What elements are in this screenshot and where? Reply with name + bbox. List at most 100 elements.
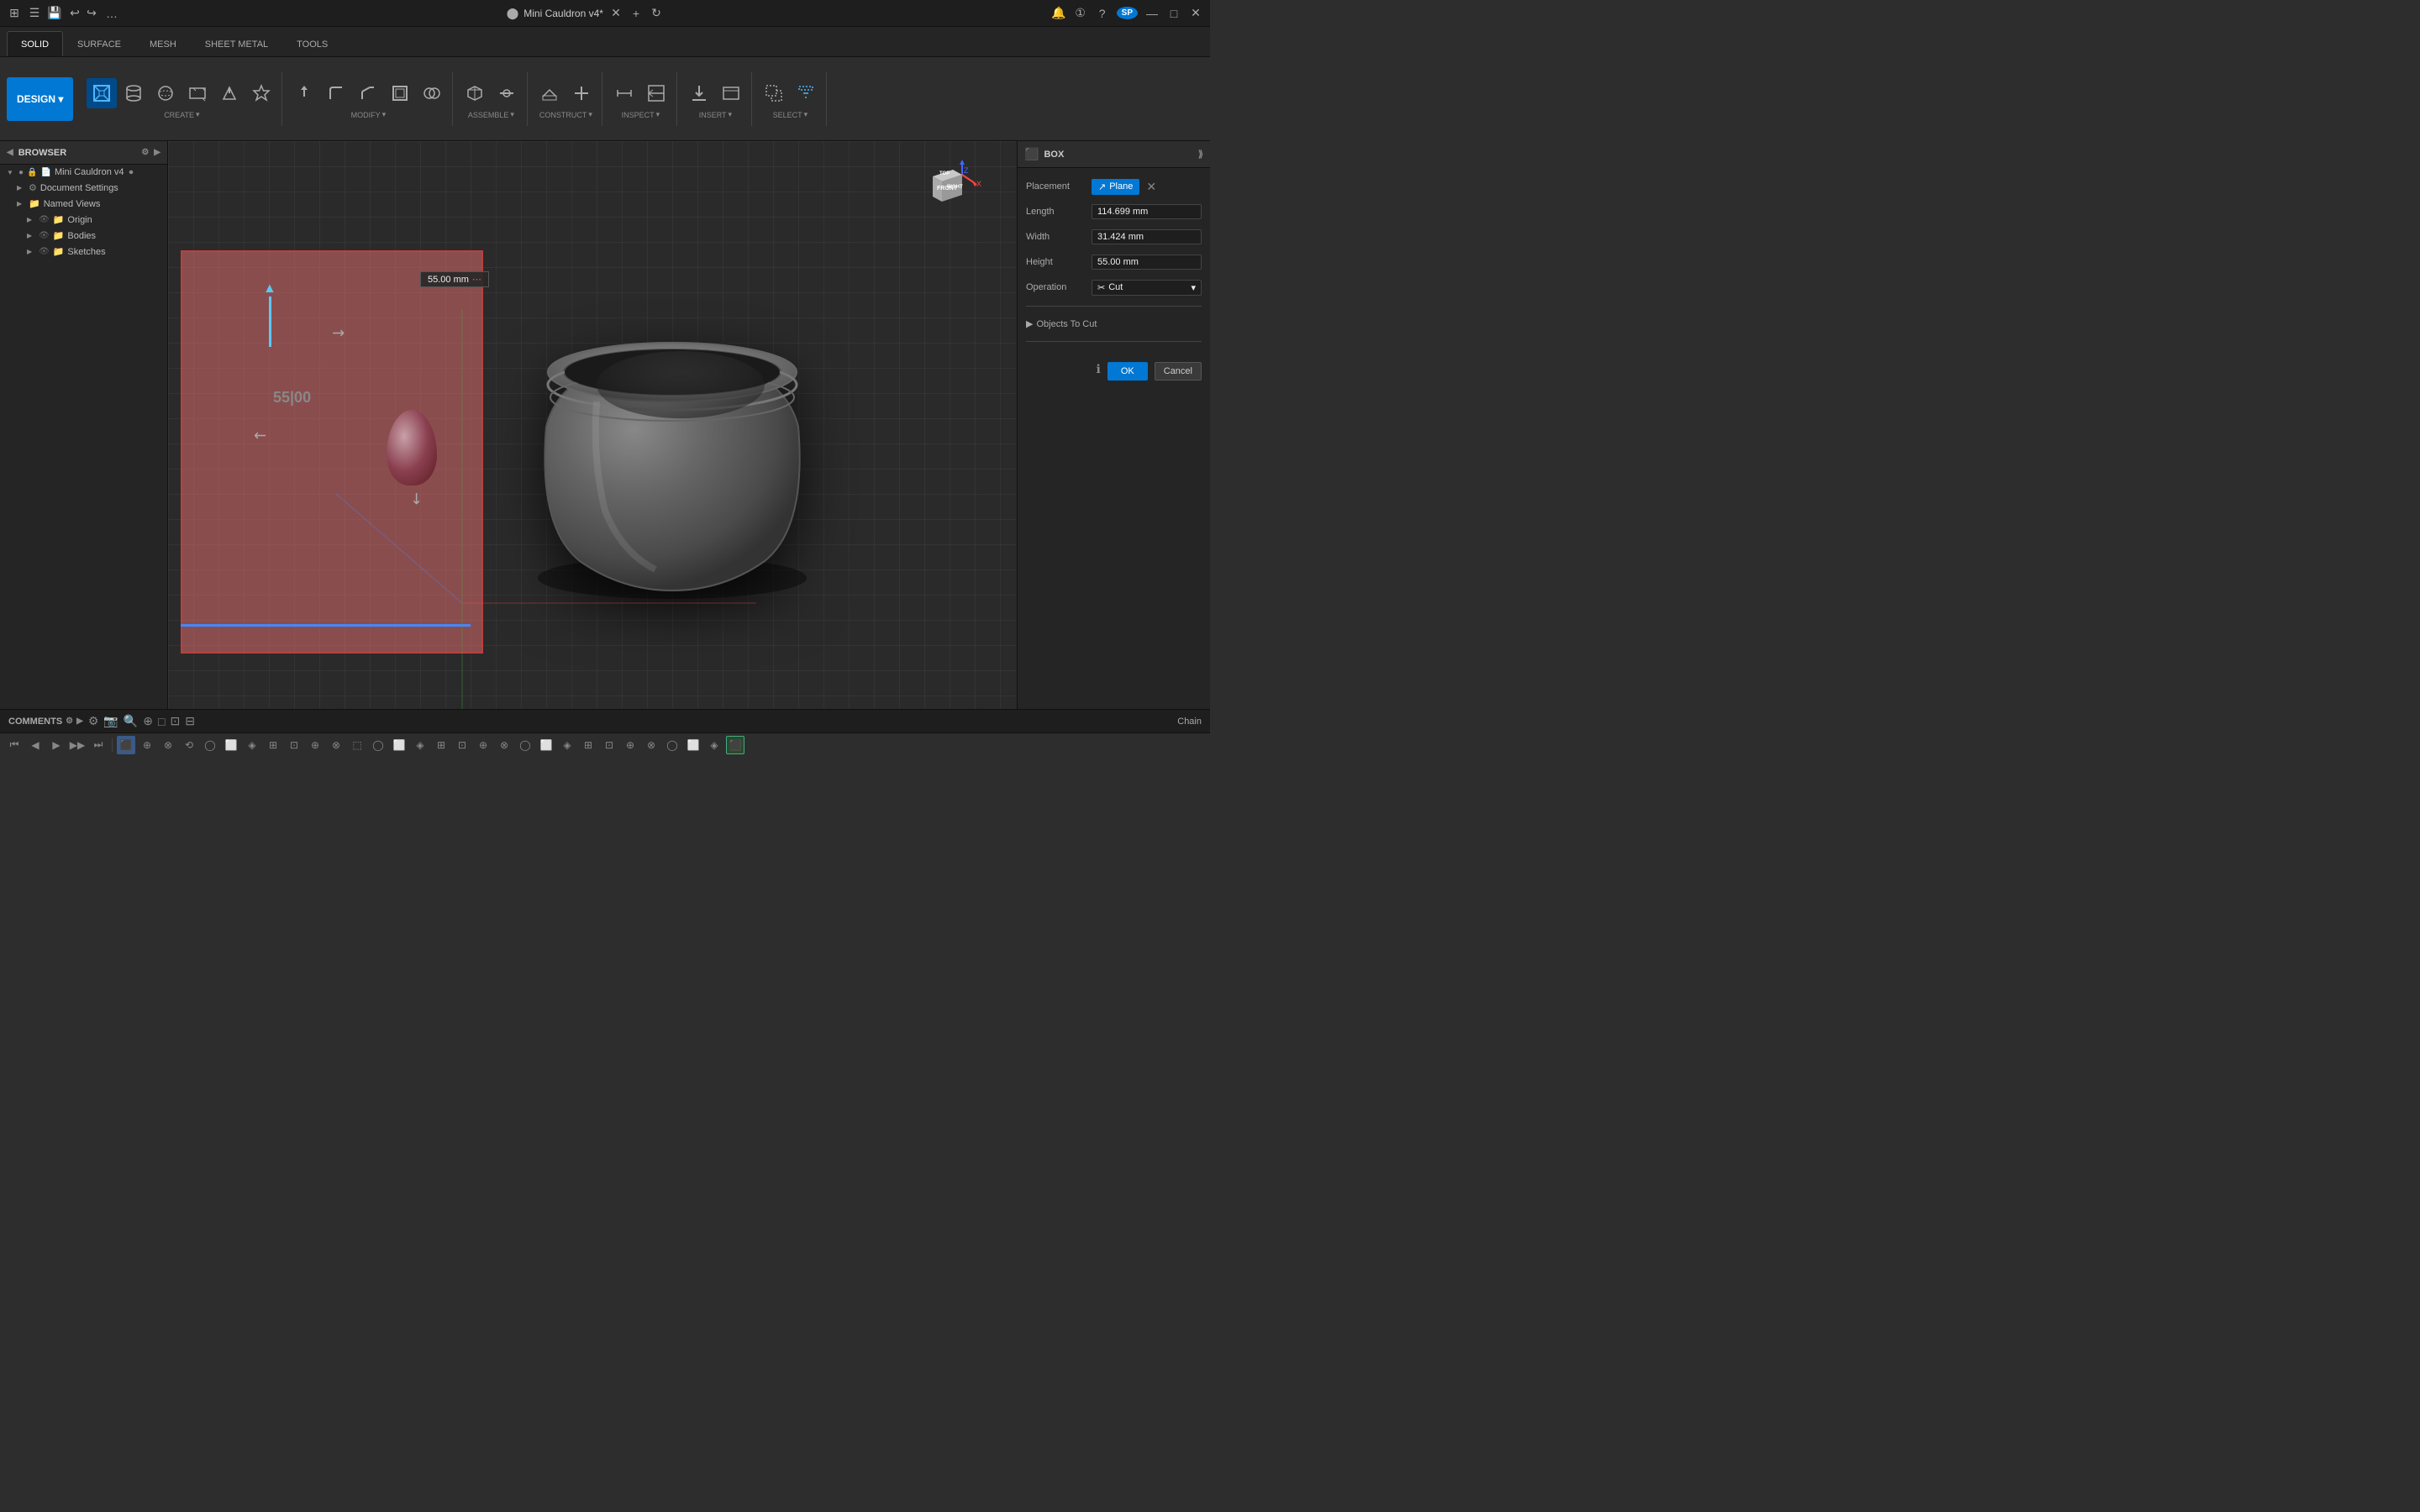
create-star-btn[interactable]: [246, 78, 276, 108]
browser-origin-item[interactable]: ▶ 👁 📁 Origin: [0, 212, 167, 228]
inspect-section-btn[interactable]: [641, 78, 671, 108]
save-icon[interactable]: 💾: [47, 6, 62, 21]
create-rect-btn[interactable]: [182, 78, 213, 108]
select-filter-btn[interactable]: [791, 78, 821, 108]
browser-bodies-item[interactable]: ▶ 👁 📁 Bodies: [0, 228, 167, 244]
timeline-item-23[interactable]: ⊞: [579, 736, 597, 754]
create-sphere-btn[interactable]: [150, 78, 181, 108]
tab-mesh[interactable]: MESH: [135, 31, 191, 56]
tab-sheet-metal[interactable]: SHEET METAL: [191, 31, 282, 56]
timeline-item-22[interactable]: ◈: [558, 736, 576, 754]
timeline-item-11[interactable]: ⊗: [327, 736, 345, 754]
view-cube[interactable]: Z X FRONT RIGHT TOP: [916, 158, 983, 225]
prop-length-value[interactable]: 114.699 mm: [1092, 204, 1202, 219]
timeline-item-6[interactable]: ⬜: [222, 736, 240, 754]
redo-icon[interactable]: ↪: [84, 6, 99, 21]
create-cylinder-btn[interactable]: [118, 78, 149, 108]
browser-named-views-item[interactable]: ▶ 📁 Named Views: [0, 196, 167, 212]
bodies-vis-icon[interactable]: 👁: [39, 231, 50, 240]
browser-root-item[interactable]: ▼ ● 🔒 📄 Mini Cauldron v4 ⏺: [0, 165, 167, 180]
app-logo-icon[interactable]: ⊞: [7, 6, 22, 21]
design-dropdown-button[interactable]: DESIGN ▾: [7, 77, 73, 121]
insert-canvas-btn[interactable]: [716, 78, 746, 108]
prop-operation-dropdown[interactable]: ✂ Cut ▾: [1092, 280, 1202, 296]
tab-solid[interactable]: SOLID: [7, 31, 63, 56]
add-tab-icon[interactable]: +: [629, 6, 644, 21]
browser-doc-settings-item[interactable]: ▶ ⚙ Document Settings: [0, 180, 167, 196]
insert-insert-btn[interactable]: [684, 78, 714, 108]
root-visibility-icon[interactable]: ●: [18, 168, 24, 177]
timeline-item-10[interactable]: ⊕: [306, 736, 324, 754]
account-icon[interactable]: ①: [1073, 6, 1088, 21]
timeline-item-2[interactable]: ⊕: [138, 736, 156, 754]
browser-collapse-icon[interactable]: ◀: [7, 148, 13, 157]
viewport[interactable]: 55|00 ↗ ↙ ↘ 55.00 mm ⋯: [168, 141, 1017, 709]
comments-settings-icon[interactable]: ⚙: [66, 717, 73, 726]
select-window-btn[interactable]: [759, 78, 789, 108]
timeline-item-25[interactable]: ⊕: [621, 736, 639, 754]
timeline-item-19[interactable]: ⊗: [495, 736, 513, 754]
timeline-item-5[interactable]: ◯: [201, 736, 219, 754]
timeline-item-30[interactable]: ⬛: [726, 736, 744, 754]
timeline-item-3[interactable]: ⊗: [159, 736, 177, 754]
create-modify-btn[interactable]: [214, 78, 245, 108]
timeline-item-9[interactable]: ⊡: [285, 736, 303, 754]
view-options-icon[interactable]: ⊕: [143, 714, 153, 728]
profile-avatar[interactable]: SP: [1117, 7, 1138, 19]
timeline-item-1[interactable]: ⬛: [117, 736, 135, 754]
viewport-settings-icon[interactable]: ⚙: [88, 714, 99, 728]
timeline-item-17[interactable]: ⊡: [453, 736, 471, 754]
close-tab-icon[interactable]: ✕: [608, 6, 623, 21]
tab-tools[interactable]: TOOLS: [282, 31, 342, 56]
browser-settings-icon[interactable]: ⚙: [141, 148, 149, 157]
timeline-last-icon[interactable]: ⏭: [89, 736, 108, 754]
timeline-item-13[interactable]: ◯: [369, 736, 387, 754]
timeline-item-27[interactable]: ◯: [663, 736, 681, 754]
timeline-play-icon[interactable]: ▶: [47, 736, 66, 754]
timeline-item-21[interactable]: ⬜: [537, 736, 555, 754]
refresh-icon[interactable]: ↻: [649, 6, 664, 21]
undo-icon[interactable]: ↩: [67, 6, 82, 21]
capture-icon[interactable]: 📷: [103, 714, 118, 728]
browser-sketches-item[interactable]: ▶ 👁 📁 Sketches: [0, 244, 167, 260]
timeline-item-18[interactable]: ⊕: [474, 736, 492, 754]
more-icon[interactable]: …: [104, 6, 119, 21]
timeline-item-14[interactable]: ⬜: [390, 736, 408, 754]
sketches-vis-icon[interactable]: 👁: [39, 247, 50, 256]
gizmo-up-arrow[interactable]: [269, 297, 271, 347]
timeline-item-4[interactable]: ⟲: [180, 736, 198, 754]
inspect-measure-btn[interactable]: [609, 78, 639, 108]
construct-axis-btn[interactable]: [566, 78, 597, 108]
timeline-item-7[interactable]: ◈: [243, 736, 261, 754]
browser-expand-icon[interactable]: ▶: [154, 148, 160, 157]
display-mode-icon[interactable]: □: [158, 715, 165, 728]
origin-vis-icon[interactable]: 👁: [39, 215, 50, 224]
assemble-new-component-btn[interactable]: [460, 78, 490, 108]
timeline-next-icon[interactable]: ▶▶: [68, 736, 87, 754]
timeline-item-20[interactable]: ◯: [516, 736, 534, 754]
modify-shell-btn[interactable]: [385, 78, 415, 108]
minimize-icon[interactable]: —: [1144, 6, 1160, 21]
modify-fillet-btn[interactable]: [321, 78, 351, 108]
cancel-button[interactable]: Cancel: [1155, 362, 1202, 381]
timeline-prev-icon[interactable]: ◀: [26, 736, 45, 754]
prop-plane-button[interactable]: ↗ Plane: [1092, 179, 1139, 195]
prop-objects-section[interactable]: ▶ Objects To Cut: [1026, 315, 1202, 333]
timeline-item-8[interactable]: ⊞: [264, 736, 282, 754]
properties-expand-icon[interactable]: ⟫: [1198, 149, 1203, 160]
timeline-item-26[interactable]: ⊗: [642, 736, 660, 754]
assemble-joint-btn[interactable]: [492, 78, 522, 108]
info-icon[interactable]: ℹ: [1097, 362, 1101, 381]
window-close-icon[interactable]: ✕: [1188, 6, 1203, 21]
help-icon[interactable]: ?: [1095, 6, 1110, 21]
timeline-item-16[interactable]: ⊞: [432, 736, 450, 754]
tab-surface[interactable]: SURFACE: [63, 31, 135, 56]
root-record-icon[interactable]: ⏺: [129, 168, 134, 177]
timeline-item-29[interactable]: ◈: [705, 736, 723, 754]
modify-chamfer-btn[interactable]: [353, 78, 383, 108]
modify-push-pull-btn[interactable]: [289, 78, 319, 108]
notification-icon[interactable]: 🔔: [1051, 6, 1066, 21]
create-box-btn[interactable]: [87, 78, 117, 108]
timeline-item-12[interactable]: ⬚: [348, 736, 366, 754]
display-mode2-icon[interactable]: ⊡: [170, 714, 180, 728]
